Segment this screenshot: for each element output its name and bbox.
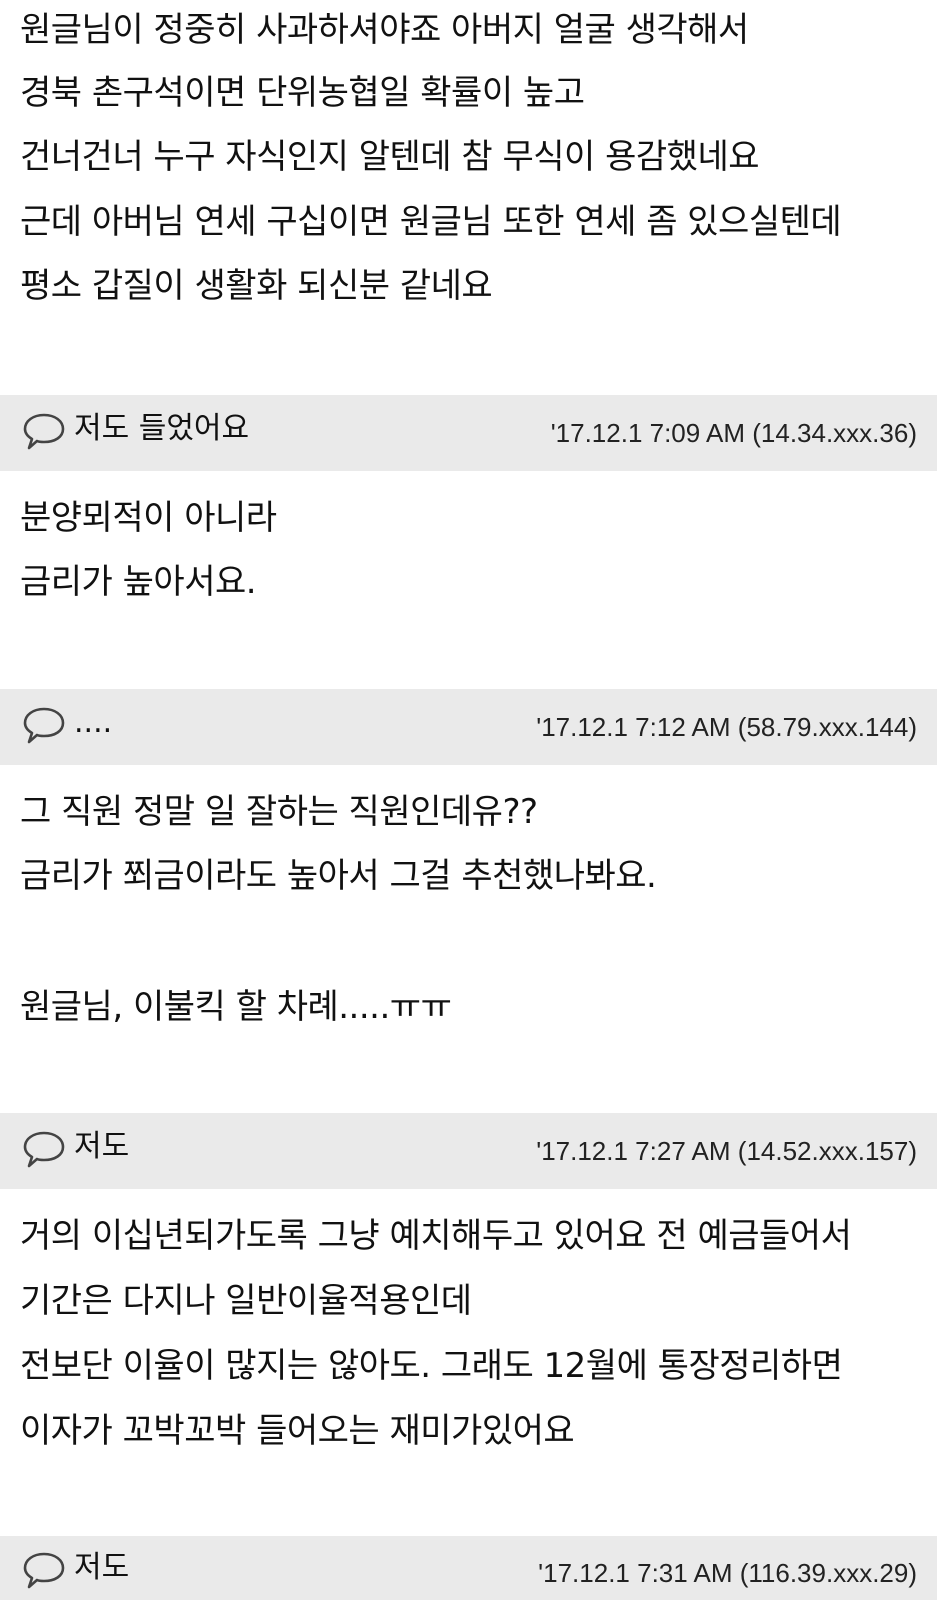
comment-meta: '17.12.1 7:31 AM (116.39.xxx.29): [538, 1558, 917, 1588]
comment-header: 저도 들었어요 '17.12.1 7:09 AM (14.34.xxx.36): [0, 395, 937, 471]
comment-nickname[interactable]: ....: [74, 689, 112, 765]
comment-header: 저도 '17.12.1 7:27 AM (14.52.xxx.157): [0, 1113, 937, 1189]
comment-nickname[interactable]: 저도: [74, 1536, 129, 1600]
post-line: 경북 촌구석이면 단위농협일 확률이 높고: [20, 73, 585, 113]
comment-line: 원글님, 이불킥 할 차례.....ㅠㅠ: [20, 987, 452, 1027]
comment-header: .... '17.12.1 7:12 AM (58.79.xxx.144): [0, 689, 937, 765]
comment-line: 거의 이십년되가도록 그냥 예치해두고 있어요 전 예금들어서: [20, 1216, 852, 1256]
post-line: 평소 갑질이 생활화 되신분 같네요: [20, 266, 493, 306]
comment-line: 기간은 다지나 일반이율적용인데: [20, 1281, 472, 1321]
comment-line: 전보단 이율이 많지는 않아도. 그래도 12월에 통장정리하면: [20, 1346, 843, 1386]
post-line: 원글님이 정중히 사과하셔야죠 아버지 얼굴 생각해서: [20, 10, 749, 50]
comment-line: 이자가 꼬박꼬박 들어오는 재미가있어요: [20, 1411, 575, 1451]
speech-bubble-icon: [23, 413, 65, 450]
comment-meta: '17.12.1 7:09 AM (14.34.xxx.36): [550, 418, 917, 448]
post-line: 건너건너 누구 자식인지 알텐데 참 무식이 용감했네요: [20, 137, 760, 177]
comment-meta: '17.12.1 7:12 AM (58.79.xxx.144): [536, 712, 917, 742]
post-line: 근데 아버님 연세 구십이면 원글님 또한 연세 좀 있으실텐데: [20, 202, 842, 242]
comment-line: 금리가 쬐금이라도 높아서 그걸 추천했나봐요.: [20, 856, 657, 896]
speech-bubble-icon: [23, 1552, 65, 1589]
comment-line: 그 직원 정말 일 잘하는 직원인데유??: [20, 792, 538, 832]
comment-line: 금리가 높아서요.: [20, 562, 257, 602]
speech-bubble-icon: [23, 1131, 65, 1168]
comment-meta: '17.12.1 7:27 AM (14.52.xxx.157): [536, 1136, 917, 1166]
speech-bubble-icon: [23, 707, 65, 744]
comment-header: 저도 '17.12.1 7:31 AM (116.39.xxx.29): [0, 1536, 937, 1600]
comment-nickname[interactable]: 저도 들었어요: [74, 395, 249, 471]
comment-nickname[interactable]: 저도: [74, 1113, 129, 1189]
comment-line: 분양뫼적이 아니라: [20, 498, 277, 538]
